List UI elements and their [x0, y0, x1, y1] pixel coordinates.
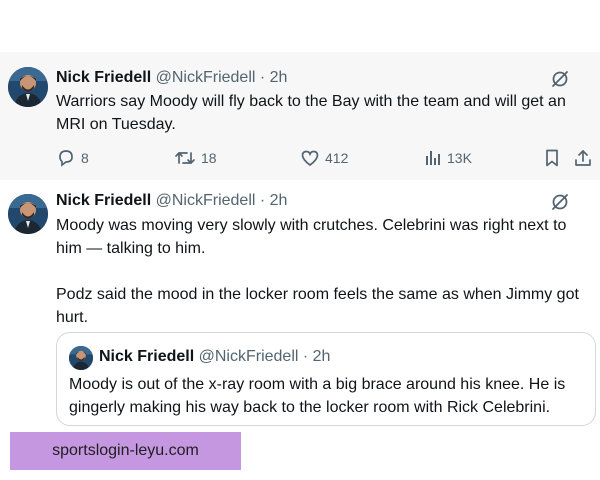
tweet-header: Nick Friedell @NickFriedell · 2h	[56, 69, 287, 87]
separator: ·	[259, 192, 266, 209]
reply-count: 8	[81, 150, 89, 166]
tweet-line: Moody was moving very slowly with crutch…	[56, 217, 567, 234]
quote-header: Nick Friedell @NickFriedell · 2h	[99, 348, 330, 366]
avatar[interactable]	[8, 194, 48, 234]
bookmark-button[interactable]	[543, 146, 566, 170]
tweet-line: him — talking to him.	[56, 240, 206, 257]
quote-line: Moody is out of the x-ray room with a bi…	[69, 376, 566, 393]
retweet-button[interactable]: 18	[174, 146, 217, 170]
tweet-text: Moody was moving very slowly with crutch…	[56, 214, 579, 329]
tweet-header: Nick Friedell @NickFriedell · 2h	[56, 192, 287, 210]
tweet-line: MRI on Tuesday.	[56, 116, 176, 133]
quote-author-name[interactable]: Nick Friedell	[99, 348, 194, 365]
timestamp[interactable]: 2h	[270, 69, 288, 86]
quote-avatar[interactable]	[69, 346, 93, 370]
reply-button[interactable]: 8	[56, 146, 89, 170]
author-name[interactable]: Nick Friedell	[56, 69, 151, 86]
author-handle[interactable]: @NickFriedell	[156, 192, 256, 209]
watermark: sportslogin-leyu.com	[10, 432, 241, 470]
avatar[interactable]	[8, 67, 48, 107]
bookmark-icon	[546, 149, 558, 167]
like-button[interactable]: 412	[300, 146, 348, 170]
share-button[interactable]	[573, 146, 598, 170]
tweet-text: Warriors say Moody will fly back to the …	[56, 90, 566, 136]
quote-timestamp[interactable]: 2h	[313, 348, 331, 365]
views-button[interactable]: 13K	[424, 146, 472, 170]
author-handle[interactable]: @NickFriedell	[156, 69, 256, 86]
grok-icon[interactable]	[550, 69, 570, 89]
like-count: 412	[325, 150, 349, 166]
quote-text: Moody is out of the x-ray room with a bi…	[69, 373, 565, 419]
views-count: 13K	[447, 150, 472, 166]
reply-icon	[59, 150, 73, 167]
separator: ·	[302, 348, 309, 365]
retweet-count: 18	[201, 150, 217, 166]
retweet-icon	[175, 152, 195, 164]
tweet-line: hurt.	[56, 309, 89, 326]
tweet-1[interactable]: Nick Friedell @NickFriedell · 2h Warrior…	[0, 52, 600, 180]
views-icon	[426, 151, 440, 165]
quoted-tweet[interactable]: Nick Friedell @NickFriedell · 2h Moody i…	[56, 332, 596, 426]
timestamp[interactable]: 2h	[270, 192, 288, 209]
action-bar: 8 18 412 13K	[0, 146, 600, 170]
share-icon	[575, 150, 591, 166]
tweet-line: Warriors say Moody will fly back to the …	[56, 93, 566, 110]
grok-icon[interactable]	[550, 192, 570, 212]
tweet-line: Podz said the mood in the locker room fe…	[56, 286, 579, 303]
author-name[interactable]: Nick Friedell	[56, 192, 151, 209]
quote-author-handle[interactable]: @NickFriedell	[199, 348, 299, 365]
quote-line: gingerly making his way back to the lock…	[69, 399, 551, 416]
separator: ·	[259, 69, 266, 86]
like-icon	[301, 150, 319, 167]
